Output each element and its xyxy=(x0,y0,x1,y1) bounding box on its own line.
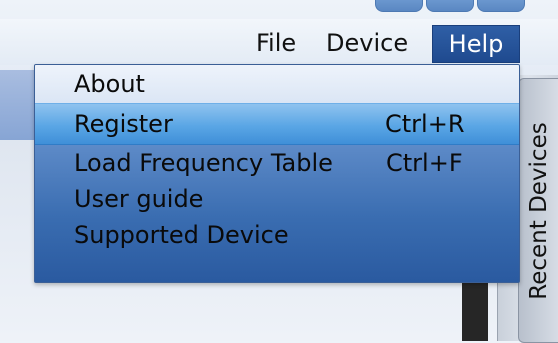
menu-item-supported-device[interactable]: Supported Device xyxy=(35,217,519,253)
menu-item-shortcut: Ctrl+F xyxy=(386,149,463,177)
menu-device[interactable]: Device xyxy=(320,25,414,61)
recent-devices-tab[interactable]: Recent Devices xyxy=(518,78,558,343)
menu-item-label: About xyxy=(74,70,145,98)
menu-file[interactable]: File xyxy=(250,25,302,61)
menu-item-register[interactable]: Register Ctrl+R xyxy=(35,103,519,145)
dark-divider xyxy=(462,280,488,341)
window-buttons xyxy=(375,0,525,12)
menu-bar: File Device Help xyxy=(0,19,558,65)
menu-item-load-frequency-table[interactable]: Load Frequency Table Ctrl+F xyxy=(35,145,519,181)
recent-devices-label: Recent Devices xyxy=(526,121,552,300)
menu-item-user-guide[interactable]: User guide xyxy=(35,181,519,217)
menu-item-about[interactable]: About xyxy=(35,65,519,103)
window-button[interactable] xyxy=(477,0,525,12)
help-dropdown-menu: About Register Ctrl+R Load Frequency Tab… xyxy=(34,64,520,283)
menu-item-shortcut: Ctrl+R xyxy=(385,110,465,138)
menu-item-label: User guide xyxy=(74,185,204,213)
menu-item-label: Register xyxy=(74,110,173,138)
window-button[interactable] xyxy=(375,0,423,12)
menu-item-label: Load Frequency Table xyxy=(74,149,333,177)
menu-help[interactable]: Help xyxy=(432,25,520,63)
menu-item-label: Supported Device xyxy=(74,221,289,249)
window-button[interactable] xyxy=(426,0,474,12)
